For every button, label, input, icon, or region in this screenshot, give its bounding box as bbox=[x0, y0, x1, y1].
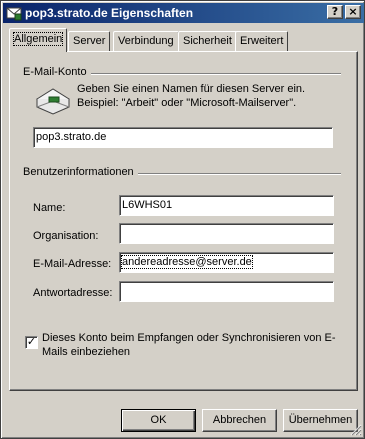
include-account-checkbox[interactable]: ✓ bbox=[25, 336, 38, 349]
include-account-label[interactable]: Dieses Konto beim Empfangen oder Synchro… bbox=[42, 331, 342, 359]
name-value: L6WHS01 bbox=[122, 199, 173, 211]
properties-dialog: pop3.strato.de Eigenschaften ? × Allgeme… bbox=[0, 0, 365, 439]
resize-grip-icon[interactable] bbox=[350, 424, 362, 436]
help-button[interactable]: ? bbox=[327, 5, 343, 19]
organisation-label: Organisation: bbox=[33, 230, 99, 242]
mail-server-icon bbox=[6, 7, 22, 21]
tab-server[interactable]: Server bbox=[68, 31, 111, 51]
group-label-email-account: E-Mail-Konto bbox=[23, 66, 91, 78]
cancel-button[interactable]: Abbrechen bbox=[202, 409, 277, 432]
account-name-input[interactable]: pop3.strato.de bbox=[33, 127, 333, 148]
reply-address-input[interactable] bbox=[119, 281, 334, 302]
tab-sicherheit[interactable]: Sicherheit bbox=[178, 31, 237, 51]
group-label-user-info: Benutzerinformationen bbox=[23, 166, 138, 178]
tab-verbindung[interactable]: Verbindung bbox=[113, 31, 179, 51]
account-description: Geben Sie einen Namen für diesen Server … bbox=[77, 83, 306, 109]
ok-button[interactable]: OK bbox=[121, 409, 196, 432]
organisation-input[interactable] bbox=[119, 223, 334, 244]
title-bar[interactable]: pop3.strato.de Eigenschaften ? × bbox=[3, 3, 364, 23]
tab-allgemein-label: Allgemein bbox=[12, 32, 64, 46]
name-label: Name: bbox=[33, 202, 66, 214]
close-button[interactable]: × bbox=[345, 5, 361, 19]
tab-erweitert[interactable]: Erweitert bbox=[235, 31, 289, 51]
tab-sicherheit-label: Sicherheit bbox=[183, 35, 232, 47]
tab-verbindung-label: Verbindung bbox=[118, 35, 174, 47]
apply-button[interactable]: Übernehmen bbox=[283, 409, 358, 432]
tab-server-label: Server bbox=[73, 35, 106, 47]
email-address-label: E-Mail-Adresse: bbox=[33, 258, 112, 270]
window-title: pop3.strato.de Eigenschaften bbox=[25, 6, 194, 20]
account-name-value: pop3.strato.de bbox=[36, 131, 107, 143]
email-address-value: andereadresse@server.de bbox=[121, 255, 253, 269]
email-address-input[interactable]: andereadresse@server.de bbox=[119, 252, 334, 273]
name-input[interactable]: L6WHS01 bbox=[119, 195, 334, 216]
tab-erweitert-label: Erweitert bbox=[240, 35, 284, 47]
tab-allgemein[interactable]: Allgemein bbox=[9, 28, 68, 52]
envelope-icon bbox=[36, 88, 70, 115]
reply-address-label: Antwortadresse: bbox=[33, 287, 113, 299]
